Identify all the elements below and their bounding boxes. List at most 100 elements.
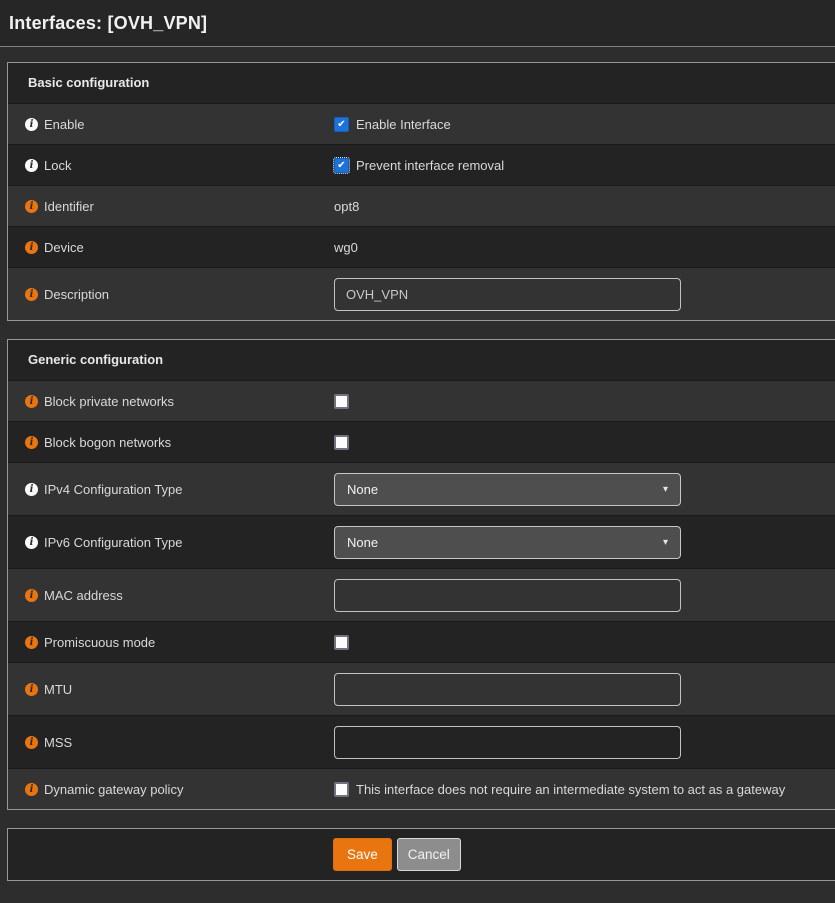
row-mac-address: i MAC address [8,568,835,621]
info-icon[interactable]: i [25,589,38,602]
block-bogon-networks-checkbox[interactable] [334,435,349,450]
row-block-bogon-networks: i Block bogon networks [8,421,835,462]
ipv6-configuration-type-select-value: None [347,535,378,550]
row-ipv4-configuration-type: i IPv4 Configuration Type None ▾ [8,462,835,515]
row-dynamic-gateway-policy: i Dynamic gateway policy This interface do… [8,768,835,809]
label-cell: i MAC address [8,588,334,603]
label-cell: i Promiscuous mode [8,635,334,650]
row-label: MSS [44,735,72,750]
identifier-value: opt8 [334,199,359,214]
label-cell: i Dynamic gateway policy [8,782,334,797]
value-cell [334,579,835,612]
row-label: Identifier [44,199,94,214]
promiscuous-mode-checkbox[interactable] [334,635,349,650]
enable-checkbox-label: Enable Interface [356,117,451,132]
value-cell [334,394,835,409]
dynamic-gateway-policy-checkbox-label: This interface does not require an inter… [356,782,785,797]
label-cell: i MTU [8,682,334,697]
mss-input[interactable] [334,726,681,759]
row-identifier: i Identifier opt8 [8,185,835,226]
row-mss: i MSS [8,715,835,768]
row-label: IPv6 Configuration Type [44,535,183,550]
value-cell: None ▾ [334,473,835,506]
row-device: i Device wg0 [8,226,835,267]
label-cell: i Block private networks [8,394,334,409]
row-description: i Description [8,267,835,320]
caret-down-icon: ▾ [663,537,668,548]
row-label: Promiscuous mode [44,635,155,650]
label-cell: i Description [8,287,334,302]
row-label: Block private networks [44,394,174,409]
row-label: IPv4 Configuration Type [44,482,183,497]
value-cell [334,435,835,450]
ipv6-configuration-type-select[interactable]: None ▾ [334,526,681,559]
dynamic-gateway-policy-checkbox[interactable] [334,782,349,797]
ipv4-configuration-type-select-value: None [347,482,378,497]
row-ipv6-configuration-type: i IPv6 Configuration Type None ▾ [8,515,835,568]
label-cell: i Enable [8,117,334,132]
value-cell: ✔ Enable Interface [334,117,835,132]
label-cell: i Block bogon networks [8,435,334,450]
info-icon[interactable]: i [25,118,38,131]
row-label: Enable [44,117,84,132]
info-icon[interactable]: i [25,436,38,449]
row-label: Block bogon networks [44,435,171,450]
label-cell: i Identifier [8,199,334,214]
mtu-input[interactable] [334,673,681,706]
info-icon[interactable]: i [25,395,38,408]
enable-checkbox[interactable]: ✔ [334,117,349,132]
label-cell: i IPv6 Configuration Type [8,535,334,550]
label-cell: i IPv4 Configuration Type [8,482,334,497]
row-label: MAC address [44,588,123,603]
value-cell: None ▾ [334,526,835,559]
value-cell [334,726,835,759]
block-private-networks-checkbox[interactable] [334,394,349,409]
info-icon[interactable]: i [25,536,38,549]
info-icon[interactable]: i [25,159,38,172]
info-icon[interactable]: i [25,636,38,649]
value-cell: wg0 [334,240,835,255]
panel-actions: Save Cancel [7,828,835,881]
lock-checkbox-label: Prevent interface removal [356,158,504,173]
cancel-button[interactable]: Cancel [397,838,461,871]
row-label: Dynamic gateway policy [44,782,183,797]
section-header-basic: Basic configuration [8,63,835,103]
page-title: Interfaces: [OVH_VPN] [9,13,207,34]
value-cell: This interface does not require an inter… [334,782,835,797]
row-label: MTU [44,682,72,697]
ipv4-configuration-type-select[interactable]: None ▾ [334,473,681,506]
info-icon[interactable]: i [25,783,38,796]
value-cell: opt8 [334,199,835,214]
panel-generic-configuration: Generic configuration i Block private net… [7,339,835,810]
titlebar: Interfaces: [OVH_VPN] [0,0,835,47]
save-button[interactable]: Save [333,838,392,871]
value-cell [334,635,835,650]
label-cell: i Lock [8,158,334,173]
caret-down-icon: ▾ [663,484,668,495]
lock-checkbox[interactable]: ✔ [334,158,349,173]
row-label: Description [44,287,109,302]
device-value: wg0 [334,240,358,255]
row-label: Device [44,240,84,255]
value-cell: ✔ Prevent interface removal [334,158,835,173]
label-cell: i MSS [8,735,334,750]
info-icon[interactable]: i [25,241,38,254]
description-input[interactable] [334,278,681,311]
row-mtu: i MTU [8,662,835,715]
panel-basic-configuration: Basic configuration i Enable ✔ Enable Inter… [7,62,835,321]
row-lock: i Lock ✔ Prevent interface removal [8,144,835,185]
section-header-generic: Generic configuration [8,340,835,380]
row-enable: i Enable ✔ Enable Interface [8,103,835,144]
info-icon[interactable]: i [25,736,38,749]
row-label: Lock [44,158,71,173]
info-icon[interactable]: i [25,483,38,496]
row-block-private-networks: i Block private networks [8,380,835,421]
value-cell [334,673,835,706]
mac-address-input[interactable] [334,579,681,612]
label-cell: i Device [8,240,334,255]
info-icon[interactable]: i [25,683,38,696]
content: Basic configuration i Enable ✔ Enable Inter… [0,47,835,881]
info-icon[interactable]: i [25,200,38,213]
value-cell [334,278,835,311]
info-icon[interactable]: i [25,288,38,301]
